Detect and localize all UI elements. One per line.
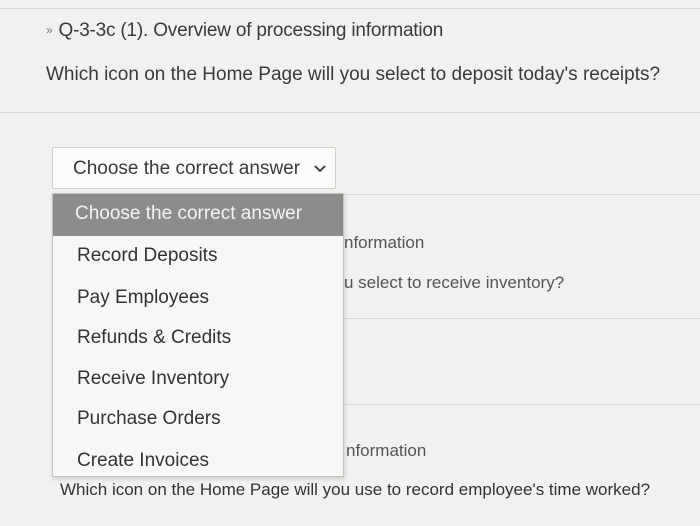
- question-title-text: Q-3-3c (1). Overview of processing infor…: [58, 20, 444, 41]
- question-3-title-fragment: nformation: [346, 441, 427, 460]
- answer-select-value: Choose the correct answer: [73, 158, 301, 179]
- answer-dropdown-list: Choose the correct answer Record Deposit…: [52, 193, 344, 477]
- bullet-icon: »: [46, 23, 53, 37]
- dropdown-option-pay-employees[interactable]: Pay Employees: [77, 287, 209, 309]
- question-2-text-fragment: u select to receive inventory?: [344, 273, 565, 292]
- dropdown-option-receive-inventory[interactable]: Receive Inventory: [77, 368, 229, 390]
- dropdown-option-placeholder[interactable]: Choose the correct answer: [53, 194, 343, 236]
- dropdown-option-record-deposits[interactable]: Record Deposits: [77, 245, 217, 267]
- dropdown-option-purchase-orders[interactable]: Purchase Orders: [77, 408, 221, 430]
- question-text: Which icon on the Home Page will you sel…: [46, 64, 661, 85]
- top-divider: [0, 8, 700, 9]
- section-divider: [344, 318, 700, 319]
- question-2-title-fragment: nformation: [344, 233, 425, 252]
- section-divider: [344, 194, 700, 195]
- question-3-text: Which icon on the Home Page will you use…: [60, 480, 651, 499]
- answer-select[interactable]: Choose the correct answer: [52, 147, 336, 189]
- section-divider: [344, 404, 700, 405]
- question-title: » Q-3-3c (1). Overview of processing info…: [46, 20, 443, 42]
- section-divider: [0, 112, 700, 113]
- chevron-down-icon: [314, 165, 326, 173]
- dropdown-option-create-invoices[interactable]: Create Invoices: [77, 450, 209, 472]
- dropdown-option-refunds-credits[interactable]: Refunds & Credits: [77, 327, 231, 349]
